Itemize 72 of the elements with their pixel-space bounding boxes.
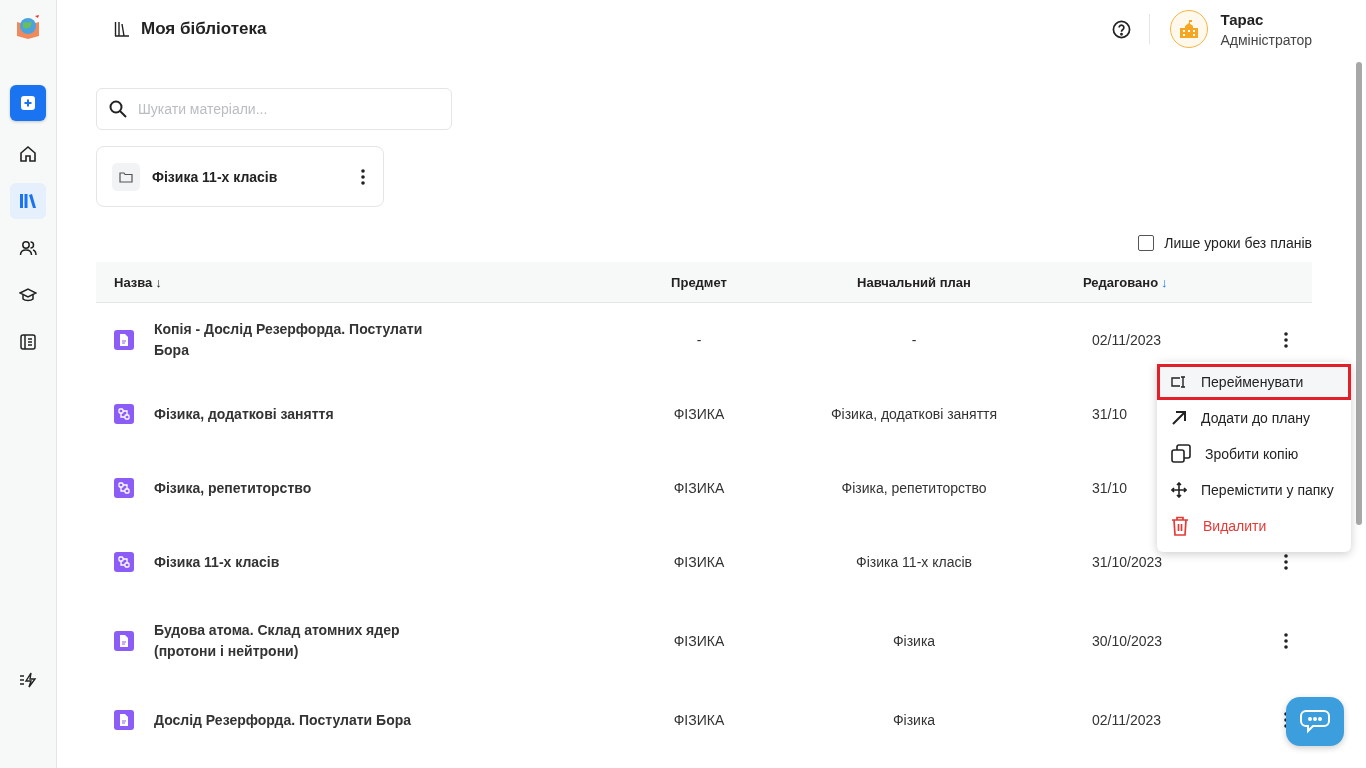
- table-cell-text: Фізика, додаткові заняття: [154, 404, 335, 424]
- user-role: Адміністратор: [1220, 31, 1312, 48]
- document-icon: [114, 631, 134, 651]
- search-icon: [109, 100, 127, 118]
- table-cell: 02/11/2023: [1092, 332, 1162, 348]
- copy-icon: [1171, 444, 1191, 464]
- table-cell: ФІЗИКА: [673, 712, 725, 728]
- search-field[interactable]: Шукати матеріали...: [96, 88, 452, 130]
- sort-arrow[interactable]: ↓: [1161, 274, 1168, 290]
- column-header[interactable]: Навчальний план: [857, 274, 971, 290]
- table-cell: -: [911, 332, 917, 348]
- help-icon[interactable]: [1112, 19, 1132, 39]
- table-cell: ФІЗИКА: [673, 554, 725, 570]
- table-cell: 02/11/2023: [1092, 712, 1162, 728]
- notebook-icon: [19, 333, 37, 351]
- chat-icon: [1300, 708, 1330, 735]
- table-cell-text: Дослід Резерфорда. Постулати Бора: [154, 710, 413, 730]
- books-icon: [114, 21, 130, 37]
- books-icon: [19, 193, 37, 209]
- column-header[interactable]: Предмет: [671, 274, 727, 290]
- user-name: Тарас: [1220, 10, 1265, 28]
- more-icon[interactable]: [1284, 554, 1288, 570]
- menu-item[interactable]: Перемістити у папку: [1157, 472, 1351, 508]
- table-cell: 31/10: [1092, 406, 1128, 422]
- logo-icon: [15, 14, 41, 40]
- document-icon: [114, 330, 134, 350]
- table-cell-text: Копія - Дослід Резерфорда. Постулати Бора: [154, 320, 424, 360]
- add-icon: [21, 96, 35, 110]
- sort-arrow[interactable]: ↓: [155, 274, 162, 290]
- more-icon[interactable]: [1284, 332, 1288, 348]
- more-icon[interactable]: [361, 168, 365, 185]
- table-cell: 31/10/2023: [1092, 554, 1163, 570]
- trash-icon: [1171, 516, 1189, 536]
- table-cell: Фізика 11-х класів: [856, 554, 972, 570]
- table-cell: Фізика, додаткові заняття: [830, 406, 998, 422]
- document-icon: [114, 710, 134, 730]
- move-icon: [1171, 482, 1187, 498]
- column-header[interactable]: Назва: [114, 274, 153, 290]
- arrow-icon: [1171, 410, 1187, 426]
- table-cell-text: Фізика, репетиторство: [154, 478, 313, 498]
- table-cell: ФІЗИКА: [673, 406, 725, 422]
- table-cell-text: Будова атома. Склад атомних ядер (протони і нейтрони): [154, 621, 401, 661]
- table-cell: ФІЗИКА: [673, 480, 725, 496]
- rename-icon: [1171, 376, 1187, 388]
- users-icon: [19, 239, 37, 257]
- page-title: Моя бібліотека: [141, 19, 268, 39]
- column-header[interactable]: Редаговано: [1083, 274, 1159, 290]
- checkbox[interactable]: [1138, 235, 1155, 251]
- scrollbar[interactable]: [1356, 62, 1362, 525]
- checkbox-label: Лише уроки без планів: [1164, 235, 1312, 251]
- plan-icon: [114, 404, 134, 424]
- home-icon: [19, 145, 37, 163]
- table-cell: -: [696, 332, 702, 348]
- table-cell: 31/10: [1092, 480, 1128, 496]
- menu-item[interactable]: Видалити: [1157, 508, 1351, 544]
- plan-icon: [114, 552, 134, 572]
- table-cell: Фізика: [892, 712, 936, 728]
- folder-card[interactable]: Фізика 11-х класів: [96, 146, 384, 207]
- table-cell: Фізика: [892, 633, 936, 649]
- menu-item[interactable]: Додати до плану: [1157, 400, 1351, 436]
- plan-icon: [114, 478, 134, 498]
- folder-name: Фізика 11-х класів: [152, 168, 279, 185]
- more-icon[interactable]: [1284, 633, 1288, 649]
- table-cell: Фізика, репетиторство: [841, 480, 987, 496]
- table-cell: 30/10/2023: [1092, 633, 1163, 649]
- menu-item[interactable]: Перейменувати: [1157, 364, 1351, 400]
- graduation-cap-icon: [19, 286, 37, 304]
- lightning-icon[interactable]: [19, 672, 37, 688]
- menu-item[interactable]: Зробити копію: [1157, 436, 1351, 472]
- table-cell-text: Фізика 11-х класів: [154, 552, 281, 572]
- table-cell: ФІЗИКА: [673, 633, 725, 649]
- folder-icon: [112, 162, 140, 191]
